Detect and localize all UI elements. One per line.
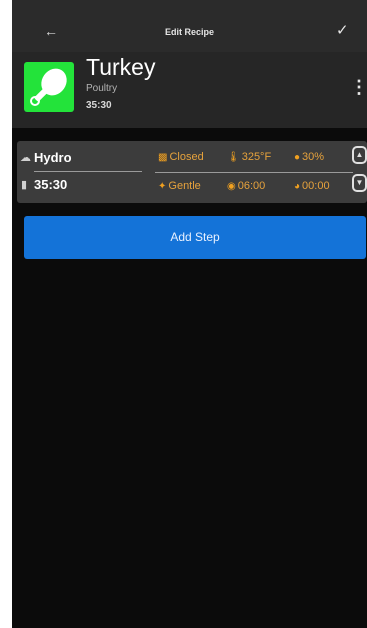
app-screen: ← Edit Recipe ✓ Turkey Poultry 35:30 ⋮ ☁…	[12, 0, 367, 628]
duration-setting: ◉ 06:00	[227, 180, 265, 192]
step-time: 35:30	[34, 177, 68, 192]
step-divider	[34, 171, 142, 172]
chevron-up-icon: ▲	[355, 150, 364, 159]
fan-label: Gentle	[168, 180, 201, 192]
recipe-category: Poultry	[86, 83, 118, 94]
move-step-up-button[interactable]: ▲	[352, 146, 367, 164]
vent-icon: ▩	[158, 152, 168, 163]
top-app-bar: ← Edit Recipe ✓	[12, 0, 367, 52]
clock-icon: ◉	[227, 181, 236, 192]
temperature-setting: 🌡 325°F	[227, 151, 271, 163]
humidity-setting: ● 30%	[294, 151, 324, 163]
humidity-icon: ●	[294, 152, 301, 163]
fan-setting: ✦ Gentle	[158, 180, 201, 192]
step-mode: Hydro	[34, 150, 72, 165]
delay-icon: ◕	[294, 181, 301, 192]
thermometer-icon: 🌡	[227, 152, 240, 163]
delay-setting: ◕ 00:00	[294, 180, 330, 192]
recipe-total-time: 35:30	[86, 100, 112, 111]
drumstick-icon	[30, 68, 67, 106]
steam-icon: ☁	[20, 152, 31, 164]
move-step-down-button[interactable]: ▼	[352, 174, 367, 192]
temperature-label: 325°F	[241, 151, 272, 163]
vent-label: Closed	[169, 151, 204, 163]
add-step-button[interactable]: Add Step	[24, 216, 366, 259]
delay-label: 00:00	[302, 180, 330, 192]
recipe-step-card[interactable]: ☁ Hydro ▮ 35:30 ▩ Closed 🌡 325°F ● 30% ✦ Gen…	[17, 141, 367, 203]
recipe-thumbnail[interactable]	[24, 62, 74, 112]
recipe-header: Turkey Poultry 35:30 ⋮	[12, 52, 367, 128]
checkmark-icon[interactable]: ✓	[336, 23, 349, 38]
duration-label: 06:00	[237, 180, 266, 192]
humidity-label: 30%	[302, 151, 325, 163]
chevron-down-icon: ▼	[355, 178, 364, 187]
more-vertical-icon[interactable]: ⋮	[350, 78, 367, 96]
timer-icon: ▮	[21, 179, 28, 191]
settings-divider	[155, 172, 353, 173]
page-title: Edit Recipe	[164, 27, 214, 37]
recipe-name[interactable]: Turkey	[86, 54, 155, 81]
fan-icon: ✦	[158, 181, 167, 192]
vent-setting: ▩ Closed	[158, 151, 204, 163]
